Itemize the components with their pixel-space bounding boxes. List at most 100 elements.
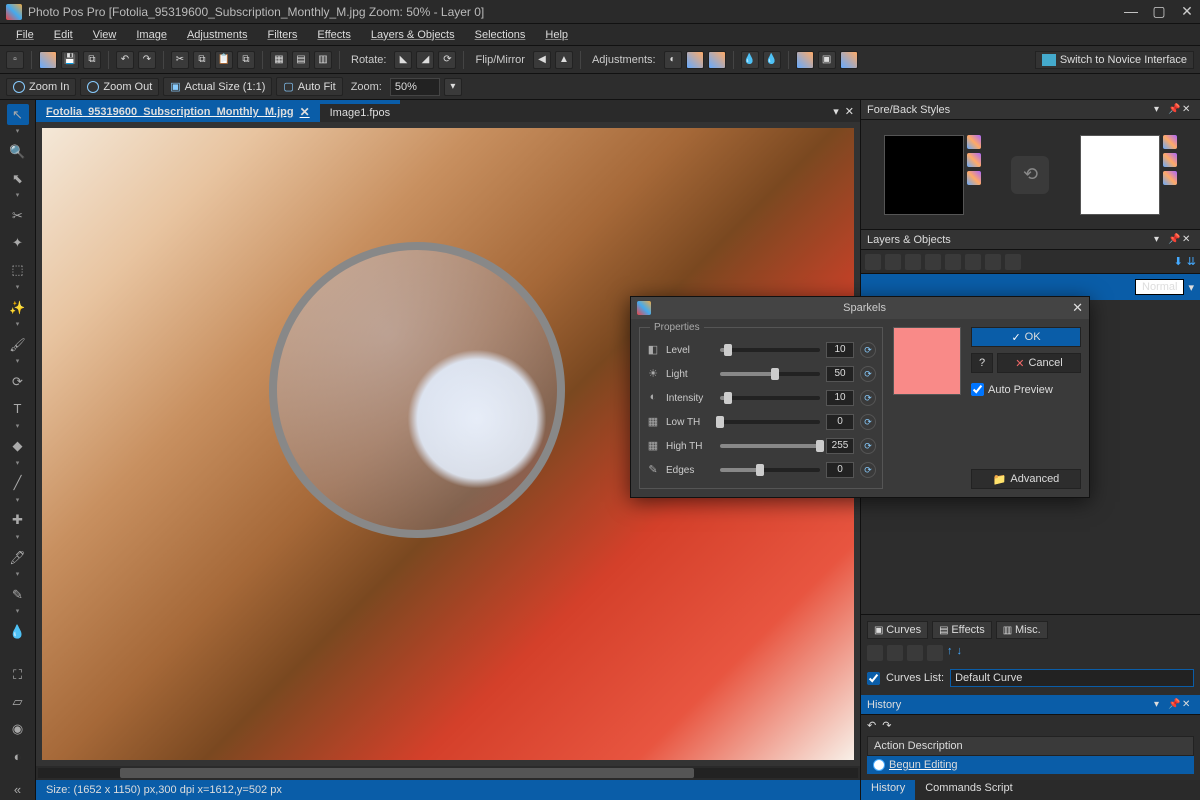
maximize-button[interactable]: ▢ bbox=[1152, 5, 1166, 19]
flip-v-icon[interactable]: ▲ bbox=[555, 51, 573, 69]
collapse-tool-icon[interactable]: « bbox=[7, 779, 29, 800]
history-item[interactable]: Begun Editing bbox=[867, 756, 1194, 774]
tab-effects[interactable]: ▤ Effects bbox=[932, 621, 992, 639]
layer-btn-icon[interactable] bbox=[945, 254, 961, 270]
zoom-tool-icon[interactable]: 🔍 bbox=[7, 141, 29, 162]
prop-slider[interactable] bbox=[720, 468, 820, 472]
menu-image[interactable]: Image bbox=[128, 27, 175, 43]
prop-reset-icon[interactable]: ⟳ bbox=[860, 366, 876, 382]
rotate-free-icon[interactable]: ⟳ bbox=[438, 51, 456, 69]
move-tool-icon[interactable]: ↖ bbox=[7, 104, 29, 125]
auto-preview-checkbox[interactable] bbox=[971, 383, 984, 396]
document-tab-inactive[interactable]: Image1.fpos bbox=[320, 104, 401, 122]
prop-reset-icon[interactable]: ⟳ bbox=[860, 438, 876, 454]
history-undo-icon[interactable]: ↶ bbox=[867, 719, 876, 732]
prop-value[interactable]: 50 bbox=[826, 366, 854, 382]
text-tool-icon[interactable]: T bbox=[7, 398, 29, 419]
prop-value[interactable]: 0 bbox=[826, 414, 854, 430]
rotate-right-icon[interactable]: ◢ bbox=[416, 51, 434, 69]
panel-pin-icon[interactable]: 📌 bbox=[1168, 234, 1180, 245]
heal-tool-icon[interactable]: ✚ bbox=[7, 510, 29, 531]
tabs-close-all-icon[interactable]: ✕ bbox=[845, 105, 854, 118]
tab-close-icon[interactable]: ✕ bbox=[300, 105, 310, 119]
wand-tool-icon[interactable]: ✨ bbox=[7, 297, 29, 318]
prop-value[interactable]: 10 bbox=[826, 390, 854, 406]
panel-close-icon[interactable]: ✕ bbox=[1182, 104, 1194, 115]
save-icon[interactable]: 💾 bbox=[61, 51, 79, 69]
menu-view[interactable]: View bbox=[85, 27, 125, 43]
menu-edit[interactable]: Edit bbox=[46, 27, 81, 43]
rotate-left-icon[interactable]: ◣ bbox=[394, 51, 412, 69]
tab-misc[interactable]: ▥ Misc. bbox=[996, 621, 1048, 639]
redo-icon[interactable]: ↷ bbox=[138, 51, 156, 69]
dialog-titlebar[interactable]: Sparkels ✕ bbox=[631, 297, 1089, 319]
swatch-opt-icon[interactable] bbox=[1163, 171, 1177, 185]
curve-add-icon[interactable] bbox=[907, 645, 923, 661]
paste-special-icon[interactable]: ⧉ bbox=[237, 51, 255, 69]
curve-down-icon[interactable]: ↓ bbox=[957, 645, 963, 661]
horizontal-scrollbar[interactable] bbox=[36, 766, 860, 780]
undo-icon[interactable]: ↶ bbox=[116, 51, 134, 69]
prop-slider[interactable] bbox=[720, 396, 820, 400]
cut-icon[interactable]: ✂ bbox=[171, 51, 189, 69]
panel-menu-icon[interactable]: ▾ bbox=[1154, 234, 1166, 245]
swatch-opt-icon[interactable] bbox=[967, 171, 981, 185]
panel-menu-icon[interactable]: ▾ bbox=[1154, 104, 1166, 115]
prop-slider[interactable] bbox=[720, 444, 820, 448]
history-redo-icon[interactable]: ↷ bbox=[882, 719, 891, 732]
tab-commands-script[interactable]: Commands Script bbox=[915, 780, 1022, 800]
help-button[interactable]: ? bbox=[971, 353, 993, 373]
swap-colors-button[interactable]: ⟲ bbox=[1011, 156, 1049, 194]
grid2-icon[interactable]: ▤ bbox=[292, 51, 310, 69]
auto-fit-button[interactable]: ▢Auto Fit bbox=[276, 77, 342, 96]
shape-tool-icon[interactable]: ◆ bbox=[7, 436, 29, 457]
layer-btn-icon[interactable] bbox=[965, 254, 981, 270]
brush-tool-icon[interactable]: 🖌 bbox=[7, 334, 29, 355]
menu-file[interactable]: File bbox=[8, 27, 42, 43]
curve-open-icon[interactable] bbox=[887, 645, 903, 661]
zoom-in-button[interactable]: Zoom In bbox=[6, 78, 76, 96]
prop-reset-icon[interactable]: ⟳ bbox=[860, 462, 876, 478]
blend-mode-select[interactable]: Normal bbox=[1135, 279, 1184, 295]
dialog-close-icon[interactable]: ✕ bbox=[1072, 300, 1083, 316]
crop-tool-icon[interactable]: ✂ bbox=[7, 205, 29, 226]
layer-btn-icon[interactable] bbox=[1005, 254, 1021, 270]
prop-slider[interactable] bbox=[720, 420, 820, 424]
save-all-icon[interactable]: ⧉ bbox=[83, 51, 101, 69]
curve-del-icon[interactable] bbox=[927, 645, 943, 661]
gradient-tool-icon[interactable]: ◐ bbox=[7, 746, 29, 767]
swatch-opt-icon[interactable] bbox=[967, 135, 981, 149]
advanced-button[interactable]: 📁 Advanced bbox=[971, 469, 1081, 489]
prop-slider[interactable] bbox=[720, 372, 820, 376]
prop-slider[interactable] bbox=[720, 348, 820, 352]
prop-value[interactable]: 0 bbox=[826, 462, 854, 478]
cancel-button[interactable]: ✕ Cancel bbox=[997, 353, 1081, 373]
document-tab-active[interactable]: Fotolia_95319600_Subscription_Monthly_M.… bbox=[36, 102, 320, 122]
clone-tool-icon[interactable]: ⟳ bbox=[7, 371, 29, 392]
adj2-icon[interactable] bbox=[686, 51, 704, 69]
swatch-opt-icon[interactable] bbox=[1163, 135, 1177, 149]
path-tool-icon[interactable]: ✦ bbox=[7, 233, 29, 254]
tabs-dropdown-icon[interactable]: ▾ bbox=[833, 105, 839, 118]
novice-switch-button[interactable]: Switch to Novice Interface bbox=[1035, 51, 1194, 69]
flip-h-icon[interactable]: ◀ bbox=[533, 51, 551, 69]
layer-btn-icon[interactable] bbox=[985, 254, 1001, 270]
swatch-opt-icon[interactable] bbox=[967, 153, 981, 167]
grid3-icon[interactable]: ▥ bbox=[314, 51, 332, 69]
layer-down-icon[interactable]: ⬇ bbox=[1174, 255, 1183, 268]
fx3-icon[interactable] bbox=[840, 51, 858, 69]
grid-icon[interactable]: ▦ bbox=[270, 51, 288, 69]
zoom-input[interactable] bbox=[390, 78, 440, 96]
prop-reset-icon[interactable]: ⟳ bbox=[860, 390, 876, 406]
panel-close-icon[interactable]: ✕ bbox=[1182, 699, 1194, 710]
panel-pin-icon[interactable]: 📌 bbox=[1168, 699, 1180, 710]
panel-pin-icon[interactable]: 📌 bbox=[1168, 104, 1180, 115]
minimize-button[interactable]: — bbox=[1124, 5, 1138, 19]
pencil-tool-icon[interactable]: ✎ bbox=[7, 584, 29, 605]
background-swatch[interactable] bbox=[1080, 135, 1160, 215]
prop-reset-icon[interactable]: ⟳ bbox=[860, 414, 876, 430]
curves-list-field[interactable]: Default Curve bbox=[950, 669, 1194, 687]
drop2-icon[interactable]: 💧 bbox=[763, 51, 781, 69]
tab-curves[interactable]: ▣ Curves bbox=[867, 621, 928, 639]
adj3-icon[interactable] bbox=[708, 51, 726, 69]
